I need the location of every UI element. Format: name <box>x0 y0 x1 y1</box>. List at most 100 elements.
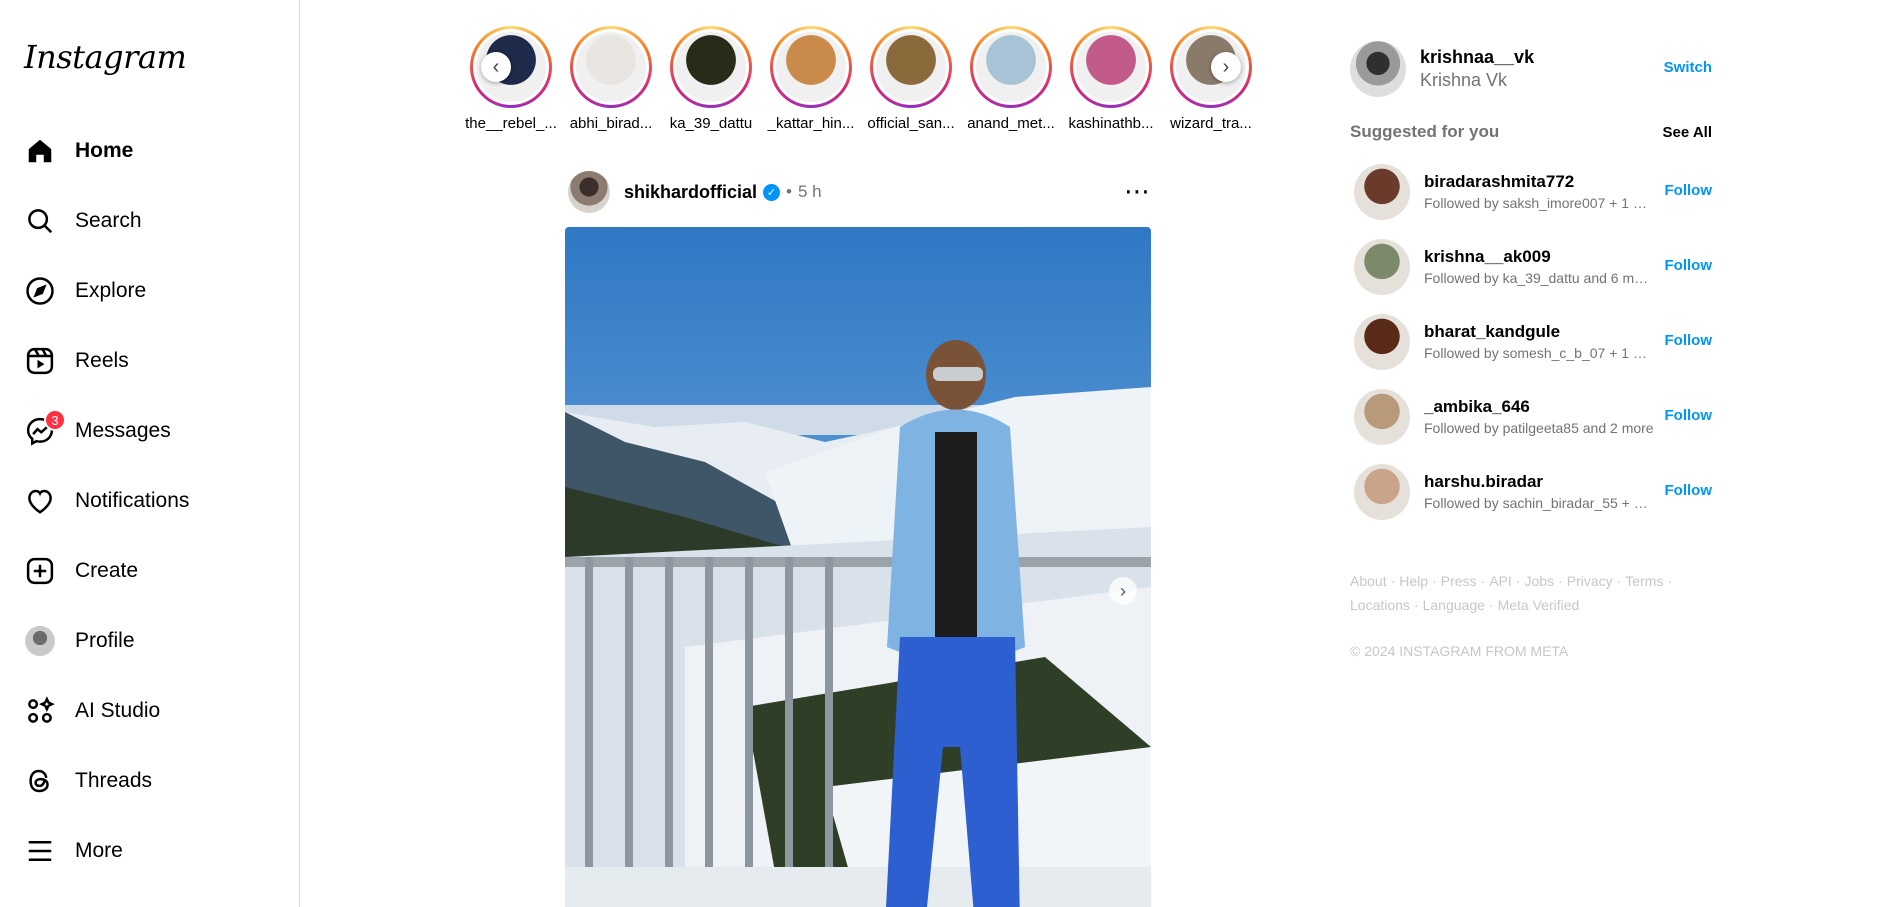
chevron-right-icon: › <box>1222 55 1230 78</box>
verified-badge-icon: ✓ <box>763 183 781 201</box>
story-item[interactable]: wizard_tra... <box>1161 26 1261 132</box>
footer-link-privacy[interactable]: Privacy <box>1567 573 1613 589</box>
story-item[interactable]: ka_39_dattu <box>661 26 761 132</box>
switch-button[interactable]: Switch <box>1664 59 1712 76</box>
menu-icon <box>24 835 56 867</box>
story-item[interactable]: kashinathb... <box>1061 26 1161 132</box>
post-author-username[interactable]: shikhardofficial <box>624 182 757 203</box>
post-author-avatar[interactable] <box>568 171 610 213</box>
chevron-right-icon: › <box>1120 580 1126 601</box>
suggestion-item: biradarashmita772 Followed by saksh_imor… <box>1350 154 1712 229</box>
post-separator: • <box>786 182 792 201</box>
footer-link-about[interactable]: About <box>1350 573 1387 589</box>
story-item[interactable]: abhi_birad... <box>561 26 661 132</box>
footer-link-api[interactable]: API <box>1489 573 1512 589</box>
story-avatar <box>876 32 946 102</box>
avatar[interactable] <box>1350 41 1406 97</box>
suggestion-username[interactable]: biradarashmita772 <box>1424 172 1654 192</box>
suggested-header: Suggested for you See All <box>1350 122 1712 142</box>
sidebar-item-label: AI Studio <box>75 699 161 722</box>
sidebar-item-label: Notifications <box>75 489 190 512</box>
suggestion-username[interactable]: bharat_kandgule <box>1424 322 1654 342</box>
story-avatar <box>976 32 1046 102</box>
sidebar-item-label: Create <box>75 559 139 582</box>
post-image[interactable]: › <box>565 227 1151 907</box>
see-all-button[interactable]: See All <box>1663 124 1712 141</box>
story-avatar <box>676 32 746 102</box>
sidebar-item-label: Home <box>75 139 134 162</box>
story-avatar <box>576 32 646 102</box>
more-horizontal-icon[interactable]: ⋯ <box>1124 176 1151 207</box>
avatar[interactable] <box>1354 163 1410 220</box>
post-next-button[interactable]: › <box>1109 577 1137 605</box>
sidebar-item-more[interactable]: More <box>12 824 288 878</box>
feed-post: shikhardofficial ✓ • 5 h ⋯ › <box>565 170 1151 907</box>
suggestion-username[interactable]: _ambika_646 <box>1424 397 1654 417</box>
sidebar-item-create[interactable]: Create <box>12 544 288 598</box>
sidebar-item-home[interactable]: Home <box>12 124 288 178</box>
follow-button[interactable]: Follow <box>1665 182 1713 199</box>
suggestion-username[interactable]: harshu.biradar <box>1424 472 1654 492</box>
sidebar-item-search[interactable]: Search <box>12 194 288 248</box>
follow-button[interactable]: Follow <box>1665 332 1713 349</box>
reels-icon <box>24 345 56 377</box>
story-item[interactable]: the__rebel_... <box>461 26 561 132</box>
instagram-logo[interactable]: Instagram <box>24 38 187 76</box>
story-username: the__rebel_... <box>465 115 557 132</box>
sidebar-item-profile[interactable]: Profile <box>12 614 288 668</box>
sidebar-item-label: Explore <box>75 279 147 302</box>
sidebar-item-label: Reels <box>75 349 129 372</box>
footer-link-help[interactable]: Help <box>1399 573 1428 589</box>
footer-link-language[interactable]: Language <box>1423 597 1485 613</box>
sidebar-item-notifications[interactable]: Notifications <box>12 474 288 528</box>
story-username: wizard_tra... <box>1170 115 1252 132</box>
footer-link-press[interactable]: Press <box>1441 573 1477 589</box>
story-username: kashinathb... <box>1068 115 1154 132</box>
current-username[interactable]: krishnaa__vk <box>1420 47 1534 68</box>
right-column: krishnaa__vk Krishna Vk Switch Suggested… <box>1350 40 1712 659</box>
sidebar-item-explore[interactable]: Explore <box>12 264 288 318</box>
avatar[interactable] <box>1354 388 1410 445</box>
threads-icon <box>24 765 56 797</box>
story-item[interactable]: _kattar_hin... <box>761 26 861 132</box>
suggestion-item: krishna__ak009 Followed by ka_39_dattu a… <box>1350 229 1712 304</box>
story-avatar <box>776 32 846 102</box>
sidebar-item-reels[interactable]: Reels <box>12 334 288 388</box>
footer-link-locations[interactable]: Locations <box>1350 597 1410 613</box>
story-username: abhi_birad... <box>569 115 653 132</box>
follow-button[interactable]: Follow <box>1665 407 1713 424</box>
story-item[interactable]: anand_met... <box>961 26 1061 132</box>
suggestion-item: harshu.biradar Followed by sachin_birada… <box>1350 454 1712 529</box>
stories-tray: the__rebel_... abhi_birad... ka_39_dattu… <box>461 26 1261 136</box>
sidebar-item-ai-studio[interactable]: AI Studio <box>12 684 288 738</box>
stories-next-button[interactable]: › <box>1211 52 1241 82</box>
story-item[interactable]: official_san... <box>861 26 961 132</box>
heart-icon <box>24 485 56 517</box>
suggested-title: Suggested for you <box>1350 122 1500 141</box>
avatar[interactable] <box>1354 313 1410 370</box>
sidebar-item-label: Messages <box>75 419 171 442</box>
post-time[interactable]: 5 h <box>798 182 822 202</box>
post-header: shikhardofficial ✓ • 5 h ⋯ <box>565 170 1151 214</box>
footer-link-terms[interactable]: Terms <box>1625 573 1663 589</box>
story-username: official_san... <box>867 115 955 132</box>
current-fullname: Krishna Vk <box>1420 70 1508 90</box>
follow-button[interactable]: Follow <box>1665 482 1713 499</box>
stories-prev-button[interactable]: ‹ <box>481 52 511 82</box>
suggestion-username[interactable]: krishna__ak009 <box>1424 247 1654 267</box>
sidebar-item-messages[interactable]: 3 Messages <box>12 404 288 458</box>
avatar[interactable] <box>1354 238 1410 295</box>
plus-square-icon <box>24 555 56 587</box>
sidebar-item-threads[interactable]: Threads <box>12 754 288 808</box>
footer-link-jobs[interactable]: Jobs <box>1524 573 1554 589</box>
suggestion-subtext: Followed by sachin_biradar_55 + 1 more <box>1424 495 1654 511</box>
follow-button[interactable]: Follow <box>1665 257 1713 274</box>
ai-studio-icon <box>24 695 56 727</box>
search-icon <box>24 205 56 237</box>
story-avatar <box>1076 32 1146 102</box>
home-icon <box>24 135 56 167</box>
suggestion-subtext: Followed by somesh_c_b_07 + 1 more <box>1424 345 1654 361</box>
footer-link-meta-verified[interactable]: Meta Verified <box>1498 597 1580 613</box>
story-username: anand_met... <box>967 115 1055 132</box>
avatar[interactable] <box>1354 463 1410 520</box>
